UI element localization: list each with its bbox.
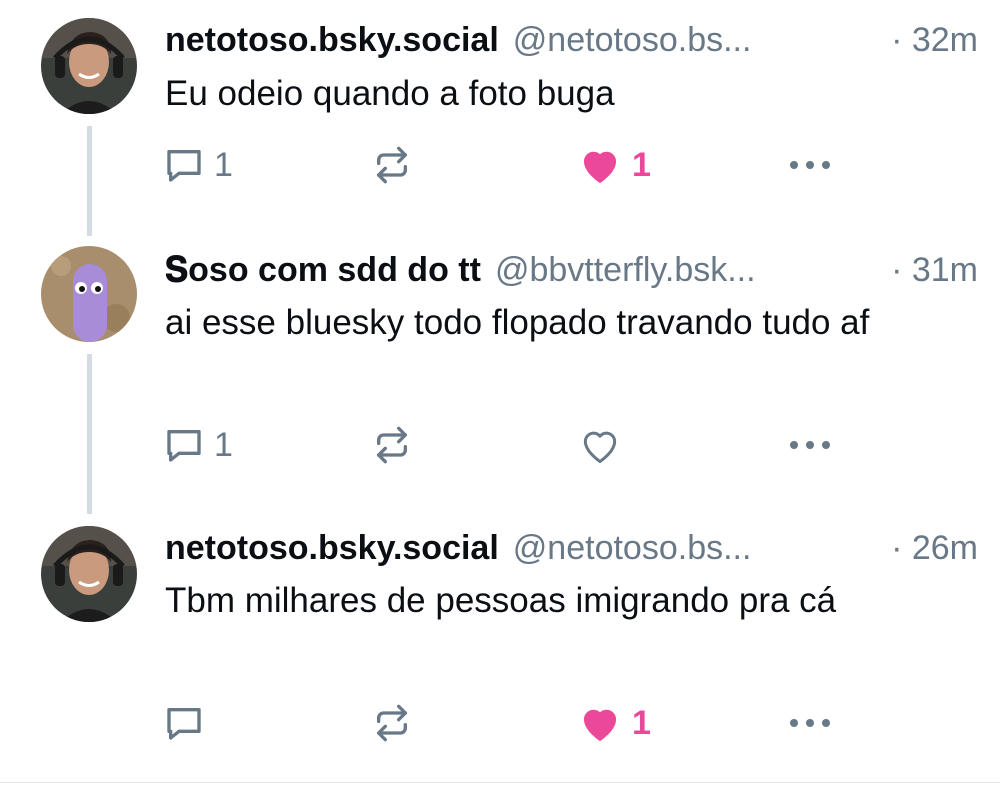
avatar[interactable] [41,246,137,342]
like-button[interactable] [578,420,632,470]
reply-icon [167,150,201,182]
repost-button[interactable] [372,698,412,748]
timestamp[interactable]: · 31m [891,251,978,290]
post-1[interactable]: netotoso.bsky.social @netotoso.bs... · 3… [0,0,1000,230]
post-2[interactable]: 𝐒oso com sdd do tt @bbvtterfly.bsk... · … [0,230,1000,520]
more-icon [790,719,830,727]
more-button[interactable] [787,420,833,470]
repost-button[interactable] [372,420,412,470]
display-name[interactable]: 𝐒oso com sdd do tt [165,251,481,290]
avatar[interactable] [41,526,137,622]
reply-button[interactable] [164,698,214,748]
repost-icon [377,146,407,184]
handle[interactable]: @netotoso.bs... [513,21,752,60]
reply-icon [167,708,201,740]
more-button[interactable] [787,698,833,748]
display-name[interactable]: netotoso.bsky.social [165,529,499,568]
handle[interactable]: @netotoso.bs... [513,529,752,568]
like-count: 1 [632,145,651,184]
like-icon [583,709,617,741]
like-icon [583,431,617,463]
timestamp[interactable]: · 26m [891,529,978,568]
like-button[interactable]: 1 [578,698,651,748]
repost-icon [377,426,407,464]
timestamp[interactable]: · 32m [891,21,978,60]
like-button[interactable]: 1 [578,140,651,190]
display-name[interactable]: netotoso.bsky.social [165,21,499,60]
handle[interactable]: @bbvtterfly.bsk... [495,251,756,290]
reply-count: 1 [214,145,233,184]
post-3[interactable]: netotoso.bsky.social @netotoso.bs... · 2… [0,520,1000,782]
repost-icon [377,704,407,742]
more-icon [790,441,830,449]
reply-button[interactable]: 1 [164,420,233,470]
post-text: ai esse bluesky todo flopado travando tu… [165,303,870,342]
reply-count: 1 [214,425,233,464]
divider [0,782,1000,783]
reply-icon [167,430,201,462]
more-button[interactable] [787,140,833,190]
post-actions: 1 1 [0,140,1000,190]
post-text: Tbm milhares de pessoas imigrando pra cá [165,581,837,620]
repost-button[interactable] [372,140,412,190]
avatar[interactable] [41,18,137,114]
reply-button[interactable]: 1 [164,140,233,190]
like-count: 1 [632,703,651,742]
like-icon [583,151,617,183]
post-actions: 1 [0,420,1000,470]
post-text: Eu odeio quando a foto buga [165,74,615,113]
post-actions: 1 [0,698,1000,748]
more-icon [790,161,830,169]
